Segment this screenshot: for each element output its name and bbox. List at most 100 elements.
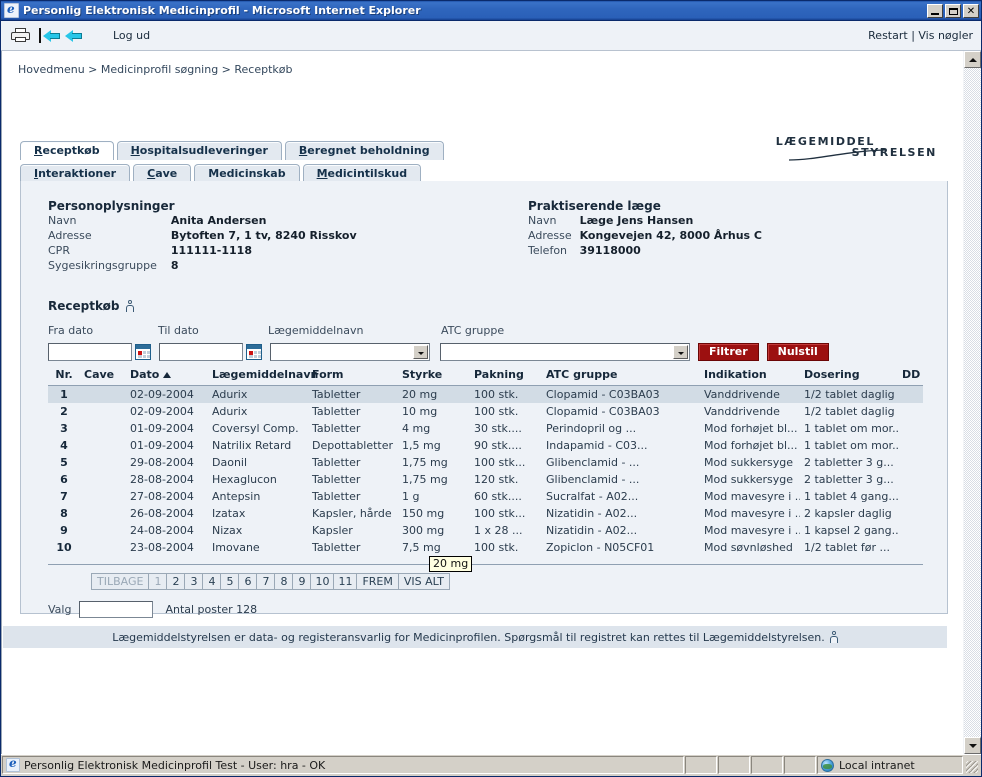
pager-page-11[interactable]: 11 (333, 573, 358, 590)
cell-dato: 26-08-2004 (130, 507, 194, 520)
label-atc-gruppe: ATC gruppe (441, 324, 505, 337)
drug-name-select[interactable] (270, 343, 430, 361)
app-toolbar: Log ud Restart | Vis nøgler (1, 21, 981, 51)
resize-grip[interactable] (964, 756, 980, 774)
pager-page-9[interactable]: 9 (292, 573, 312, 590)
pager-page-3[interactable]: 3 (184, 573, 204, 590)
cell-navn: Nizax (212, 524, 243, 537)
col-indikation[interactable]: Indikation (700, 366, 800, 386)
scroll-up-button[interactable] (964, 51, 981, 68)
from-date-calendar-icon[interactable] (135, 344, 151, 360)
doctor-row-adresse: Adresse Kongevejen 42, 8000 Århus C (528, 228, 762, 243)
doctor-label-telefon: Telefon (528, 244, 568, 257)
pager-page-4[interactable]: 4 (202, 573, 222, 590)
to-date-calendar-icon[interactable] (246, 344, 262, 360)
second-back-arrow-icon[interactable] (65, 29, 83, 42)
scrollbar-track[interactable] (964, 68, 981, 737)
tab-receptkob[interactable]: Receptkøb (20, 141, 114, 160)
sort-ascending-icon (163, 372, 172, 378)
pager-page-1[interactable]: 1 (148, 573, 168, 590)
cell-indikation: Mod forhøjet bl... (704, 422, 798, 435)
cell-pakning: 60 stk.... (474, 490, 522, 503)
person-value-navn: Anita Andersen (170, 214, 267, 227)
cell-navn: Natrilix Retard (212, 439, 292, 452)
cell-dato: 02-09-2004 (130, 405, 194, 418)
close-button[interactable]: ✕ (963, 3, 979, 18)
cell-dosering: 2 tabletter 3 g... (804, 473, 894, 486)
col-dosering[interactable]: Dosering (800, 366, 898, 386)
cell-nr: 10 (56, 541, 72, 554)
table-row[interactable]: 3 01-09-2004 Coversyl Comp. Tabletter 4 … (48, 420, 923, 437)
table-row[interactable]: 10 23-08-2004 Imovane Tabletter 7,5 mg 1… (48, 539, 923, 556)
person-row-adresse: Adresse Bytoften 7, 1 tv, 8240 Risskov (48, 228, 357, 243)
cell-styrke: 20 mg (398, 385, 470, 403)
security-zone-panel[interactable]: Local intranet (817, 756, 963, 774)
chevron-down-icon[interactable] (413, 345, 428, 359)
doctor-row-telefon: Telefon 39118000 (528, 243, 762, 258)
col-cave[interactable]: Cave (80, 366, 126, 386)
table-row[interactable]: 8 26-08-2004 Izatax Kapsler, hårde 150 m… (48, 505, 923, 522)
from-date-input[interactable] (48, 343, 132, 361)
logout-link[interactable]: Log ud (113, 29, 150, 42)
tab-hospitalsudleveringer[interactable]: Hospitalsudleveringer (116, 141, 282, 160)
status-panel-4 (784, 756, 816, 774)
col-pakning[interactable]: Pakning (470, 366, 542, 386)
table-row[interactable]: 7 27-08-2004 Antepsin Tabletter 1 g 60 s… (48, 488, 923, 505)
maximize-button[interactable] (945, 3, 961, 18)
atc-group-select[interactable] (440, 343, 690, 361)
pager-prev[interactable]: TILBAGE (91, 573, 150, 590)
table-row[interactable]: 1 02-09-2004 Adurix Tabletter 20 mg 100 … (48, 385, 923, 403)
cell-atc: Glibenclamid - ... (546, 473, 640, 486)
pager-page-5[interactable]: 5 (220, 573, 240, 590)
cell-dato: 01-09-2004 (130, 439, 194, 452)
col-dato[interactable]: Dato (126, 366, 208, 386)
table-row[interactable]: 5 29-08-2004 Daonil Tabletter 1,75 mg 10… (48, 454, 923, 471)
pager-next[interactable]: FREM (356, 573, 399, 590)
cell-styrke: 4 mg (402, 422, 431, 435)
selection-input[interactable] (79, 601, 154, 618)
tab-beregnet-beholdning[interactable]: Beregnet beholdning (284, 141, 444, 160)
person-value-sygesikringsgruppe: 8 (170, 259, 179, 272)
col-nr[interactable]: Nr. (48, 366, 80, 386)
table-row[interactable]: 4 01-09-2004 Natrilix Retard Depottablet… (48, 437, 923, 454)
col-form[interactable]: Form (308, 366, 398, 386)
cell-styrke: 1 g (402, 490, 420, 503)
scroll-down-button[interactable] (964, 737, 981, 754)
pager-page-2[interactable]: 2 (166, 573, 186, 590)
col-atc-gruppe[interactable]: ATC gruppe (542, 366, 700, 386)
restart-viskeys-links[interactable]: Restart | Vis nøgler (868, 29, 973, 42)
person-info-table: Navn Anita Andersen Adresse Bytoften 7, … (48, 213, 357, 273)
cell-cave (80, 488, 126, 505)
help-info-icon[interactable] (829, 631, 838, 643)
minimize-button[interactable] (927, 3, 943, 18)
breadcrumb[interactable]: Hovedmenu > Medicinprofil søgning > Rece… (18, 63, 293, 76)
person-label-navn: Navn (48, 214, 77, 227)
col-dd[interactable]: DD (898, 366, 923, 386)
cell-atc: Indapamid - C03... (546, 439, 648, 452)
back-arrow-icon[interactable] (39, 28, 61, 43)
chevron-down-icon[interactable] (673, 345, 688, 359)
pager-page-10[interactable]: 10 (310, 573, 335, 590)
table-row[interactable]: 6 28-08-2004 Hexaglucon Tabletter 1,75 m… (48, 471, 923, 488)
col-styrke[interactable]: Styrke (398, 366, 470, 386)
pager-page-6[interactable]: 6 (238, 573, 258, 590)
col-lagemiddelnavn[interactable]: Lægemiddelnavn (208, 366, 318, 386)
table-row[interactable]: 9 24-08-2004 Nizax Kapsler 300 mg 1 x 28… (48, 522, 923, 539)
reset-button[interactable]: Nulstil (766, 343, 829, 361)
printer-icon[interactable] (11, 28, 30, 43)
vertical-scrollbar[interactable] (963, 51, 981, 754)
help-info-icon[interactable] (125, 300, 134, 312)
doctor-value-telefon: 39118000 (579, 244, 641, 257)
filter-labels: Fra dato Til dato Lægemiddelnavn ATC gru… (48, 324, 923, 340)
to-date-input[interactable] (159, 343, 243, 361)
pager-page-8[interactable]: 8 (274, 573, 294, 590)
pager-show-all[interactable]: VIS ALT (397, 573, 450, 590)
cell-dosering: 2 kapsler daglig (804, 507, 892, 520)
filter-button[interactable]: Filtrer (698, 343, 759, 361)
pager-page-7[interactable]: 7 (256, 573, 276, 590)
cell-indikation: Vanddrivende (700, 385, 800, 403)
cell-dd (898, 437, 923, 454)
table-row[interactable]: 2 02-09-2004 Adurix Tabletter 10 mg 100 … (48, 403, 923, 420)
cell-pakning: 30 stk.... (474, 422, 522, 435)
cell-dato: 27-08-2004 (130, 490, 194, 503)
